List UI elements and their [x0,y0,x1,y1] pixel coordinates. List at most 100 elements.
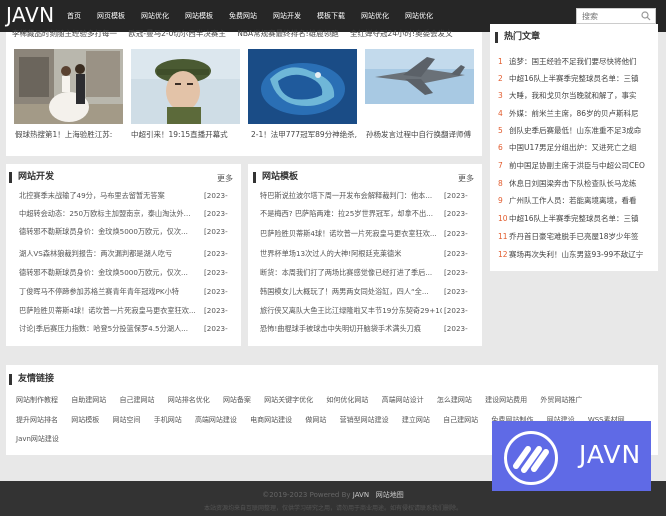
friend-link[interactable]: 电商网站建设 [250,416,292,424]
friend-link[interactable]: 建设网站费用 [485,396,527,404]
article-title[interactable]: 北控赛季末战输了49分，马布里去留暂无答案 [19,191,201,201]
article-date: [2023- [444,268,468,277]
article-date: [2023- [204,191,228,200]
friend-link[interactable]: 外贸网站推广 [540,396,582,404]
friend-link[interactable]: 网站制作教程 [16,396,58,404]
list-item[interactable]: 3 大睡，我和戈贝尔当晚就和解了，事实 [498,90,650,100]
friend-links-row-3: Javn网站建设 [16,434,70,444]
list-item[interactable]: 5 创队史季后赛最低！山东准重不足3成命 [498,125,650,135]
featured-image-3[interactable] [248,49,357,124]
list-item[interactable]: 7 前中国足协副主席于洪臣与中超公司CEO [498,160,650,170]
article-title[interactable]: 特巴斯说拉波尔塔下周一开发布会解释裁判门：他本... [260,191,442,201]
friend-link[interactable]: 网站排名优化 [168,396,210,404]
headline-item[interactable]: 李稀藏品时刻随主经验多打每一 [12,29,117,38]
friend-link[interactable]: Javn网站建设 [16,435,59,443]
article-title[interactable]: 不是梅西? 巴萨陷两难：拉25岁世界冠军，却拿不出... [260,209,442,219]
friend-link[interactable]: 高端网站设计 [382,396,424,404]
headline-item[interactable]: 全红婵夺冠24小时!奥委会发文 [350,29,453,38]
article-title[interactable]: 讨论|季后赛压力指数：哈登5分投篮保罗4.5分湖人... [19,324,201,334]
featured-caption-2[interactable]: 中超引来！19:15直播开幕式 [131,129,239,140]
friend-link[interactable]: 网站模板 [71,416,99,424]
article-title[interactable]: 休息日刘国梁奔击下队检查队长马龙练 [509,179,637,188]
rank-number: 3 [498,91,503,100]
site-template-more-link[interactable]: 更多 [458,173,474,184]
featured-image-1[interactable] [14,49,123,124]
article-title[interactable]: 丁俊晖马不停蹄参加苏格兰赛青年青年冠戏PK小特 [19,287,201,297]
brand-logo-icon [504,431,558,485]
article-title[interactable]: 德转邪不勒斯球员身价：金玟焕5000万欧元，仅次... [19,268,201,278]
article-title[interactable]: 巴萨险胜贝蒂斯4球！诺坎普一片死寂皇马更衣室狂欢... [260,229,442,239]
friend-link[interactable]: 建立网站 [402,416,430,424]
article-title[interactable]: 中超16队上半赛季完整球员名单：三镇 [509,74,639,83]
article-title[interactable]: 断货：本周我们打了两场比赛感觉像已经打进了季后... [260,268,442,278]
featured-caption-4[interactable]: 孙杨发言过程中自行换翻译师傅 [366,129,474,140]
rank-number: 1 [498,57,503,66]
article-title[interactable]: 湖人VS森林狼裁判报告：两次漏判都是湖人吃亏 [19,249,201,259]
search-input[interactable] [577,9,639,23]
list-item[interactable]: 10中超16队上半赛季完整球员名单：三镇 [498,213,650,223]
featured-image-4[interactable] [365,49,474,104]
article-title[interactable]: 大睡，我和戈贝尔当晚就和解了，事实 [509,91,637,100]
article-title[interactable]: 世界杯单场13次过人的大神!阿根廷克莱德米 [260,249,442,259]
footer-brand-link[interactable]: JAVN [353,491,369,499]
friend-link[interactable]: 营销型网站建设 [340,416,389,424]
headline-item[interactable]: NBA常规赛最终排名!雄鹿领跑 [237,29,338,38]
article-title[interactable]: 广州队工作人员：若能离境离境，看看 [509,196,637,205]
article-title[interactable]: 韩国模女儿大概玩了！两男两女同处浴缸，四人“全... [260,287,442,297]
friend-link[interactable]: 怎么建网站 [437,396,472,404]
rank-number: 7 [498,161,503,170]
article-title[interactable]: 旅行侠又离队大鱼王比江绿隆啦又丰节19分东契奇29+10+6 [260,306,442,316]
article-title[interactable]: 乔丹首日豪宅难脱手已亮屋18岁少年签 [509,232,639,241]
friend-links-title: 友情链接 [9,374,54,385]
article-title[interactable]: 赛场再次失利！山东男篮93-99不敌辽宁 [509,250,643,259]
article-title[interactable]: 恐怖!曲棍球手被球击中失明切开脑袋手术满头刀痕 [260,324,442,334]
footer-disclaimer: 本站资源均来自互联网整理，仅供学习研究之用，请勿用于商业用途。如有侵权请联系我们… [203,505,462,512]
friend-link[interactable]: 如何优化网站 [326,396,368,404]
footer-copyright-line: ©2019-2023 Powered By JAVN 网站地图 [0,490,666,500]
rank-number: 2 [498,74,503,83]
featured-caption-3[interactable]: 2-1！法甲777冠军89分神绝杀, [251,129,357,140]
friend-link[interactable]: 网站备案 [223,396,251,404]
friend-link[interactable]: 自己建网站 [443,416,478,424]
article-date: [2023- [204,209,228,218]
site-logo[interactable]: JAVN [6,3,55,27]
list-item[interactable]: 4 外媒：前米兰主席，86岁的贝卢斯科尼 [498,108,650,118]
list-item[interactable]: 6 中国U17男足分组出炉：又进死亡之组 [498,142,650,152]
friend-link[interactable]: 做网站 [305,416,326,424]
article-title[interactable]: 外媒：前米兰主席，86岁的贝卢斯科尼 [509,109,639,118]
list-item[interactable]: 2 中超16队上半赛季完整球员名单：三镇 [498,73,650,83]
headline-item[interactable]: 欧冠-曼马2-0切尔西半决赛主 [128,29,225,38]
site-template-title: 网站模板 [253,172,298,183]
list-item[interactable]: 1 追梦：国王经验不足我们要尽快将他们 [498,56,650,66]
footer-copyright: ©2019-2023 Powered By [262,491,351,499]
featured-caption-1[interactable]: 假球热搜第1！上海验胜江苏: [15,129,123,140]
list-item[interactable]: 11乔丹首日豪宅难脱手已亮屋18岁少年签 [498,231,650,241]
article-title[interactable]: 巴萨险胜贝蒂斯4球！诺坎普一片死寂皇马更衣室狂欢... [19,306,201,316]
list-item[interactable]: 9 广州队工作人员：若能离境离境，看看 [498,195,650,205]
friend-link[interactable]: 自助建网站 [71,396,106,404]
friend-link[interactable]: 高端网站建设 [195,416,237,424]
article-title[interactable]: 中超16队上半赛季完整球员名单：三镇 [509,214,639,223]
article-title[interactable]: 追梦：国王经验不足我们要尽快将他们 [509,57,637,66]
list-item[interactable]: 8 休息日刘国梁奔击下队检查队长马龙练 [498,178,650,188]
rank-number: 6 [498,143,503,152]
article-title[interactable]: 中超转会动态：250万欧标主加盟南京，泰山淘汰外... [19,209,201,219]
friend-link[interactable]: 手机网站 [154,416,182,424]
friend-link[interactable]: 网站关键字优化 [264,396,313,404]
friend-link[interactable]: 提升网站排名 [16,416,58,424]
friend-link[interactable]: 自己建网站 [119,396,154,404]
article-title[interactable]: 中国U17男足分组出炉：又进死亡之组 [509,143,637,152]
featured-image-2[interactable] [131,49,240,124]
search-icon[interactable] [641,11,651,21]
article-title[interactable]: 创队史季后赛最低！山东准重不足3成命 [509,126,641,135]
site-dev-more-link[interactable]: 更多 [217,173,233,184]
rank-number: 9 [498,196,503,205]
article-title[interactable]: 德转邪不勒斯球员身价：金玟焕5000万欧元，仅次... [19,227,201,237]
article-title[interactable]: 前中国足协副主席于洪臣与中超公司CEO [509,161,645,170]
article-date: [2023- [444,287,468,296]
friend-link[interactable]: 网站空间 [112,416,140,424]
footer-sitemap-link[interactable]: 网站地图 [376,491,404,499]
list-item[interactable]: 12赛场再次失利！山东男篮93-99不敌辽宁 [498,249,650,259]
rank-number: 4 [498,109,503,118]
article-date: [2023- [444,249,468,258]
